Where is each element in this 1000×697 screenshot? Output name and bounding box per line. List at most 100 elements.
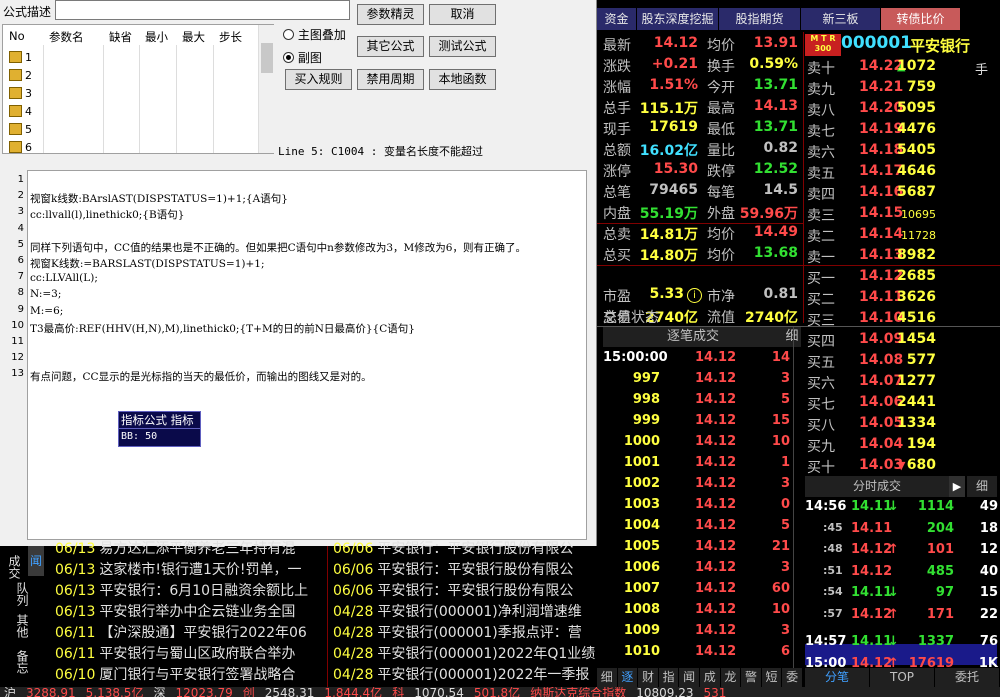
- tick-qty: 3: [780, 623, 790, 638]
- buy-level[interactable]: 买二 14.11 3626: [805, 288, 1000, 309]
- stock-name: 平安银行: [910, 37, 971, 55]
- news-active-tab[interactable]: 闻: [28, 546, 44, 576]
- param-row-number: 1: [25, 51, 32, 64]
- local-func-button[interactable]: 本地函数: [429, 69, 496, 90]
- bottom-tab[interactable]: 龙: [721, 668, 742, 687]
- level-qty: 8982: [897, 247, 936, 263]
- level-label: 买九: [807, 439, 835, 455]
- news-item[interactable]: 04/28 平安银行(000001)2022年Q1业绩: [333, 643, 595, 664]
- buy-level[interactable]: 买九 14.04 194: [805, 435, 1000, 456]
- desc-input[interactable]: [55, 0, 350, 20]
- news-item[interactable]: 06/13 平安银行：6月10日融资余额比上: [55, 580, 327, 601]
- buy-level[interactable]: 买五 14.08 577: [805, 351, 1000, 372]
- tab-convertible[interactable]: 转债比价: [881, 8, 961, 30]
- news-item[interactable]: 06/06 平安银行：平安银行股份有限公: [333, 538, 595, 559]
- bottom-tab[interactable]: 委: [782, 668, 803, 687]
- sell-level[interactable]: 卖五 14.17 4646: [805, 162, 1000, 183]
- news-title: 平安银行(000001)季报点评：营: [377, 625, 582, 641]
- tick-time: 1003: [623, 497, 660, 512]
- buy-level[interactable]: 买十 14.03 ▼ 680: [805, 456, 1000, 477]
- param-row[interactable]: 1: [3, 49, 43, 66]
- fen-title: 分时成交: [805, 476, 949, 497]
- line-number: 2: [17, 190, 24, 202]
- bottom-tab[interactable]: 短: [762, 668, 783, 687]
- down-arrow-icon: ↓: [888, 634, 899, 649]
- bottom-tab[interactable]: 成: [700, 668, 721, 687]
- buy-level[interactable]: 买八 14.05 1334: [805, 414, 1000, 435]
- bottom-tab[interactable]: 逐: [618, 668, 639, 687]
- sell-level[interactable]: 卖九 14.21 759: [805, 78, 1000, 99]
- news-date: 04/28: [333, 625, 374, 641]
- fen-play-icon[interactable]: ▶: [949, 476, 965, 497]
- quote-stat-row: 内盘 55.19万 外盘 59.96万: [597, 202, 802, 223]
- sell-level[interactable]: 卖一 14.13 8982: [805, 246, 1000, 267]
- status-item: 深: [153, 687, 166, 697]
- test-formula-button[interactable]: 测试公式: [429, 36, 496, 57]
- sell-level[interactable]: 卖四 14.16 5687: [805, 183, 1000, 204]
- news-item[interactable]: 06/11 平安银行与蜀山区政府联合举办: [55, 643, 327, 664]
- bottom-tab[interactable]: 财: [638, 668, 659, 687]
- sell-level[interactable]: 卖二 14.14 11728: [805, 225, 1000, 246]
- news-item[interactable]: 06/11 【沪深股通】平安银行2022年06: [55, 622, 327, 643]
- param-row[interactable]: 5: [3, 121, 43, 138]
- news-item[interactable]: 06/13 这家楼市!银行遭1天价!罚单，一: [55, 559, 327, 580]
- fen-detail-button[interactable]: 细: [967, 476, 997, 497]
- fen-time: 14:56: [805, 499, 847, 514]
- news-side-tab[interactable]: 备忘: [12, 646, 29, 678]
- news-item[interactable]: 06/10 厦门银行与平安银行签署战略合: [55, 664, 327, 685]
- formula-code-editor[interactable]: 视窗k线数:BArslAST(DISPSTATUS=1)+1;{A语句} cc:l…: [27, 170, 587, 540]
- level-label: 卖六: [807, 145, 835, 161]
- buy-level[interactable]: 买四 14.09 1454: [805, 330, 1000, 351]
- status-bar: 沪 3288.91 5,138.5亿深 12023.79 创 2548.31 1,844.4…: [0, 687, 1000, 697]
- bottom-tab[interactable]: 闻: [679, 668, 700, 687]
- tab-funds[interactable]: 资金: [597, 8, 637, 30]
- buy-rule-button[interactable]: 买入规则: [285, 69, 352, 90]
- level-qty: 1072: [897, 58, 936, 74]
- trade-status-label: 交易状态: [603, 310, 659, 326]
- news-side-tab[interactable]: 队列: [12, 578, 29, 610]
- tick-price: 14.12: [695, 350, 737, 365]
- param-wizard-button[interactable]: 参数精灵: [357, 4, 424, 25]
- level-label: 卖八: [807, 103, 835, 119]
- other-formula-button[interactable]: 其它公式: [357, 36, 424, 57]
- bottom-tab[interactable]: 细: [597, 668, 618, 687]
- bottom-tab[interactable]: 指: [659, 668, 680, 687]
- pe-info-icon[interactable]: i: [687, 288, 702, 303]
- param-row[interactable]: 4: [3, 103, 43, 120]
- sell-level[interactable]: 卖六 14.18 5405: [805, 141, 1000, 162]
- fen-row: :57 14.12 ↑ 171 22: [805, 605, 1000, 626]
- cancel-button[interactable]: 取消: [429, 4, 496, 25]
- sell-level[interactable]: 卖七 14.19 4476: [805, 120, 1000, 141]
- sell-level[interactable]: 卖八 14.20 5095: [805, 99, 1000, 120]
- radio-main-overlay[interactable]: 主图叠加: [283, 26, 346, 43]
- fen-volume: 485: [926, 563, 954, 579]
- radio-sub-chart[interactable]: 副图: [283, 49, 322, 66]
- news-item[interactable]: 04/28 平安银行(000001)净利润增速维: [333, 601, 595, 622]
- editor-scrollbar[interactable]: [587, 170, 596, 540]
- buy-level[interactable]: 买一 14.12 2685: [805, 267, 1000, 288]
- param-row[interactable]: 2: [3, 67, 43, 84]
- news-item[interactable]: 04/28 平安银行(000001)2022年一季报: [333, 664, 595, 685]
- quote-stat-row: 总笔 79465 每笔 14.5: [597, 181, 802, 202]
- buy-level[interactable]: 买七 14.06 2441: [805, 393, 1000, 414]
- disable-period-button[interactable]: 禁用周期: [357, 69, 424, 90]
- news-item[interactable]: 04/28 平安银行(000001)季报点评：营: [333, 622, 595, 643]
- tab-shareholder[interactable]: 股东深度挖掘: [637, 8, 719, 30]
- buy-level[interactable]: 买三 14.10 4516: [805, 309, 1000, 330]
- news-item[interactable]: 06/13 易方达汇添平衡养老三年持有混: [55, 538, 327, 559]
- bottom-tab[interactable]: 警: [741, 668, 762, 687]
- sell-level[interactable]: 卖三 14.15 10695: [805, 204, 1000, 225]
- tick-detail-button[interactable]: 细: [783, 327, 801, 347]
- sell-level[interactable]: 卖十 14.22 ▲ 1072: [805, 57, 1000, 78]
- param-scrollbar[interactable]: [258, 25, 274, 153]
- news-item[interactable]: 06/06 平安银行：平安银行股份有限公: [333, 559, 595, 580]
- radio-main-label: 主图叠加: [297, 28, 346, 42]
- news-item[interactable]: 06/13 平安银行举办中企云链业务全国: [55, 601, 327, 622]
- buy-level[interactable]: 买六 14.07 1277: [805, 372, 1000, 393]
- news-side-tab[interactable]: 其他: [12, 610, 29, 642]
- param-row[interactable]: 3: [3, 85, 43, 102]
- tab-new-third-board[interactable]: 新三板: [801, 8, 881, 30]
- tab-index-futures[interactable]: 股指期货: [719, 8, 801, 30]
- param-row[interactable]: 6: [3, 139, 43, 156]
- news-item[interactable]: 06/06 平安银行：平安银行股份有限公: [333, 580, 595, 601]
